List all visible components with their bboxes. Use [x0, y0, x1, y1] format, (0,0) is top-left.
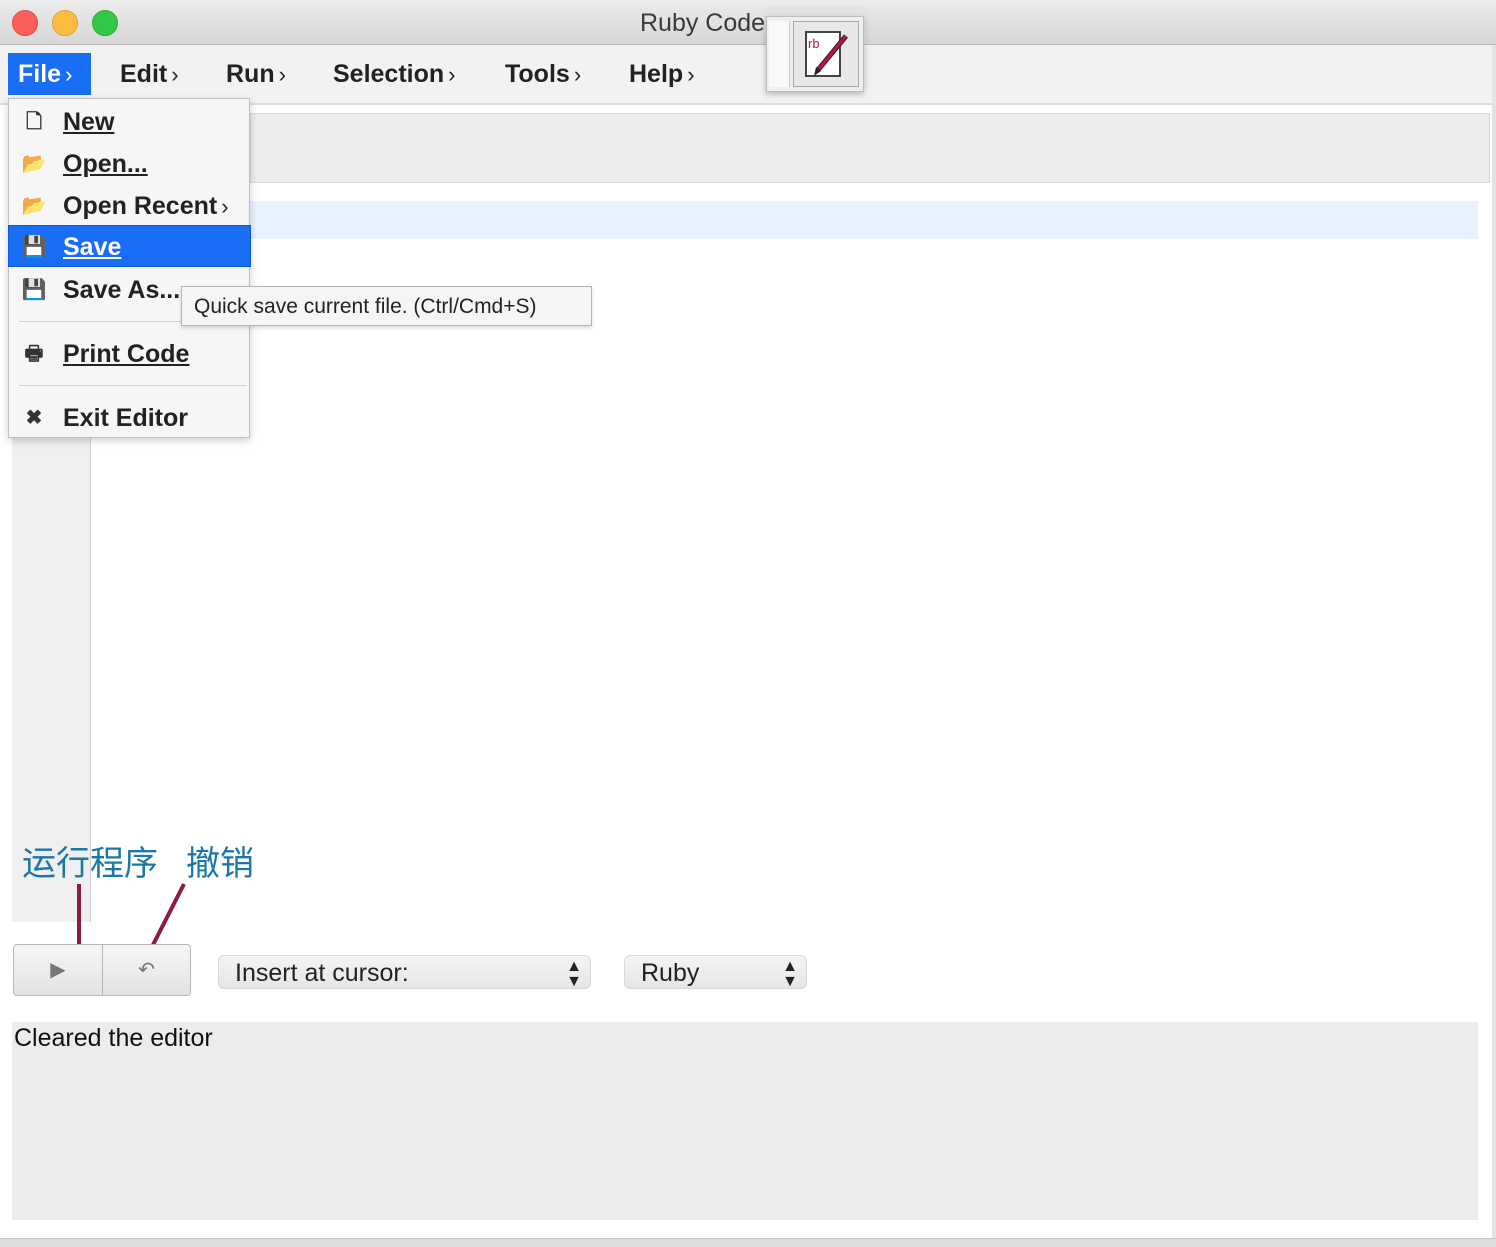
menu-tools[interactable]: Tools › [495, 53, 591, 95]
annotation-undo: 撤销 [186, 845, 254, 883]
new-file-icon: 🗋 [25, 111, 43, 133]
pencil-document-icon: rb [805, 31, 848, 77]
window-right-edge [1492, 45, 1496, 1245]
menu-edit-label: Edit [120, 60, 168, 88]
file-menu-dropdown: 🗋 New 📂 Open... 📂 Open Recent › 💾 Save 💾 … [8, 98, 251, 439]
menu-item-open[interactable]: 📂 Open... [9, 143, 249, 185]
zoom-window-button[interactable] [92, 10, 118, 36]
title-bar: Ruby Code Edit [0, 0, 1496, 45]
insert-select-value: Insert at cursor: [235, 959, 409, 987]
app-icon-overlay: rb [766, 16, 864, 92]
menu-item-save[interactable]: 💾 Save [8, 225, 251, 267]
svg-text:rb: rb [808, 36, 820, 51]
language-select-value: Ruby [641, 959, 700, 987]
chevron-right-icon: › [171, 62, 179, 87]
menu-item-open-recent[interactable]: 📂 Open Recent › [9, 185, 249, 227]
select-arrows-icon: ▲ ▼ [782, 958, 798, 990]
annotation-run: 运行程序 [22, 845, 158, 883]
menu-separator [19, 385, 247, 386]
ruby-editor-app-icon: rb [793, 21, 859, 87]
minimize-window-button[interactable] [52, 10, 78, 36]
chevron-right-icon: › [221, 194, 229, 219]
chevron-right-icon: › [65, 62, 73, 87]
menu-file[interactable]: File › [8, 53, 91, 95]
run-button[interactable]: ▶ [13, 944, 103, 996]
menu-run-label: Run [226, 60, 275, 88]
menu-file-label: File [18, 60, 62, 88]
app-icon-shadow [769, 21, 790, 87]
menu-item-exit-editor[interactable]: ✖ Exit Editor [9, 397, 249, 439]
print-icon: 🖶 [24, 343, 44, 365]
save-tooltip: Quick save current file. (Ctrl/Cmd+S) [181, 286, 592, 326]
undo-button[interactable]: ↶ [102, 944, 191, 996]
menu-bar: File › Edit › Run › Selection › Tools › Help › [0, 45, 1496, 105]
menu-item-label: Exit Editor [63, 404, 189, 432]
menu-selection[interactable]: Selection › [323, 53, 465, 95]
chevron-right-icon: › [448, 62, 456, 87]
chevron-right-icon: › [278, 62, 286, 87]
select-arrows-icon: ▲ ▼ [566, 958, 582, 990]
menu-item-label: Print Code [63, 340, 190, 368]
menu-item-label: Open Recent › [63, 185, 229, 228]
chevron-right-icon: › [573, 62, 582, 87]
language-select[interactable]: Ruby ▲ ▼ [624, 955, 807, 990]
menu-help-label: Help [629, 60, 684, 88]
menu-selection-label: Selection [333, 60, 445, 88]
close-window-button[interactable] [12, 10, 38, 36]
menu-tools-label: Tools [505, 60, 570, 88]
menu-item-new[interactable]: 🗋 New [9, 101, 249, 143]
menu-item-text: Open Recent [63, 192, 218, 220]
menu-item-label: New [63, 108, 115, 136]
save-icon: 💾 [21, 236, 47, 258]
output-console: Cleared the editor [12, 1022, 1478, 1220]
menu-item-label: Open... [63, 150, 148, 178]
save-as-icon: 💾 [21, 279, 47, 301]
chevron-right-icon: › [687, 62, 695, 87]
menu-run[interactable]: Run › [216, 53, 296, 95]
close-icon: ✖ [25, 407, 43, 429]
menu-item-label: Save As... [63, 276, 181, 304]
current-line-highlight[interactable] [250, 201, 1478, 239]
menu-edit[interactable]: Edit › [110, 53, 189, 95]
menu-item-print-code[interactable]: 🖶 Print Code [9, 333, 249, 375]
folder-open-icon: 📂 [21, 195, 47, 217]
menu-item-label: Save [63, 233, 122, 261]
console-text: Cleared the editor [14, 1024, 213, 1052]
insert-at-cursor-select[interactable]: Insert at cursor: ▲ ▼ [218, 955, 591, 990]
toolbar-area [250, 113, 1490, 183]
folder-open-icon: 📂 [21, 153, 47, 175]
menu-help[interactable]: Help › [619, 53, 705, 95]
undo-icon: ↶ [138, 959, 155, 981]
play-icon: ▶ [50, 959, 66, 981]
